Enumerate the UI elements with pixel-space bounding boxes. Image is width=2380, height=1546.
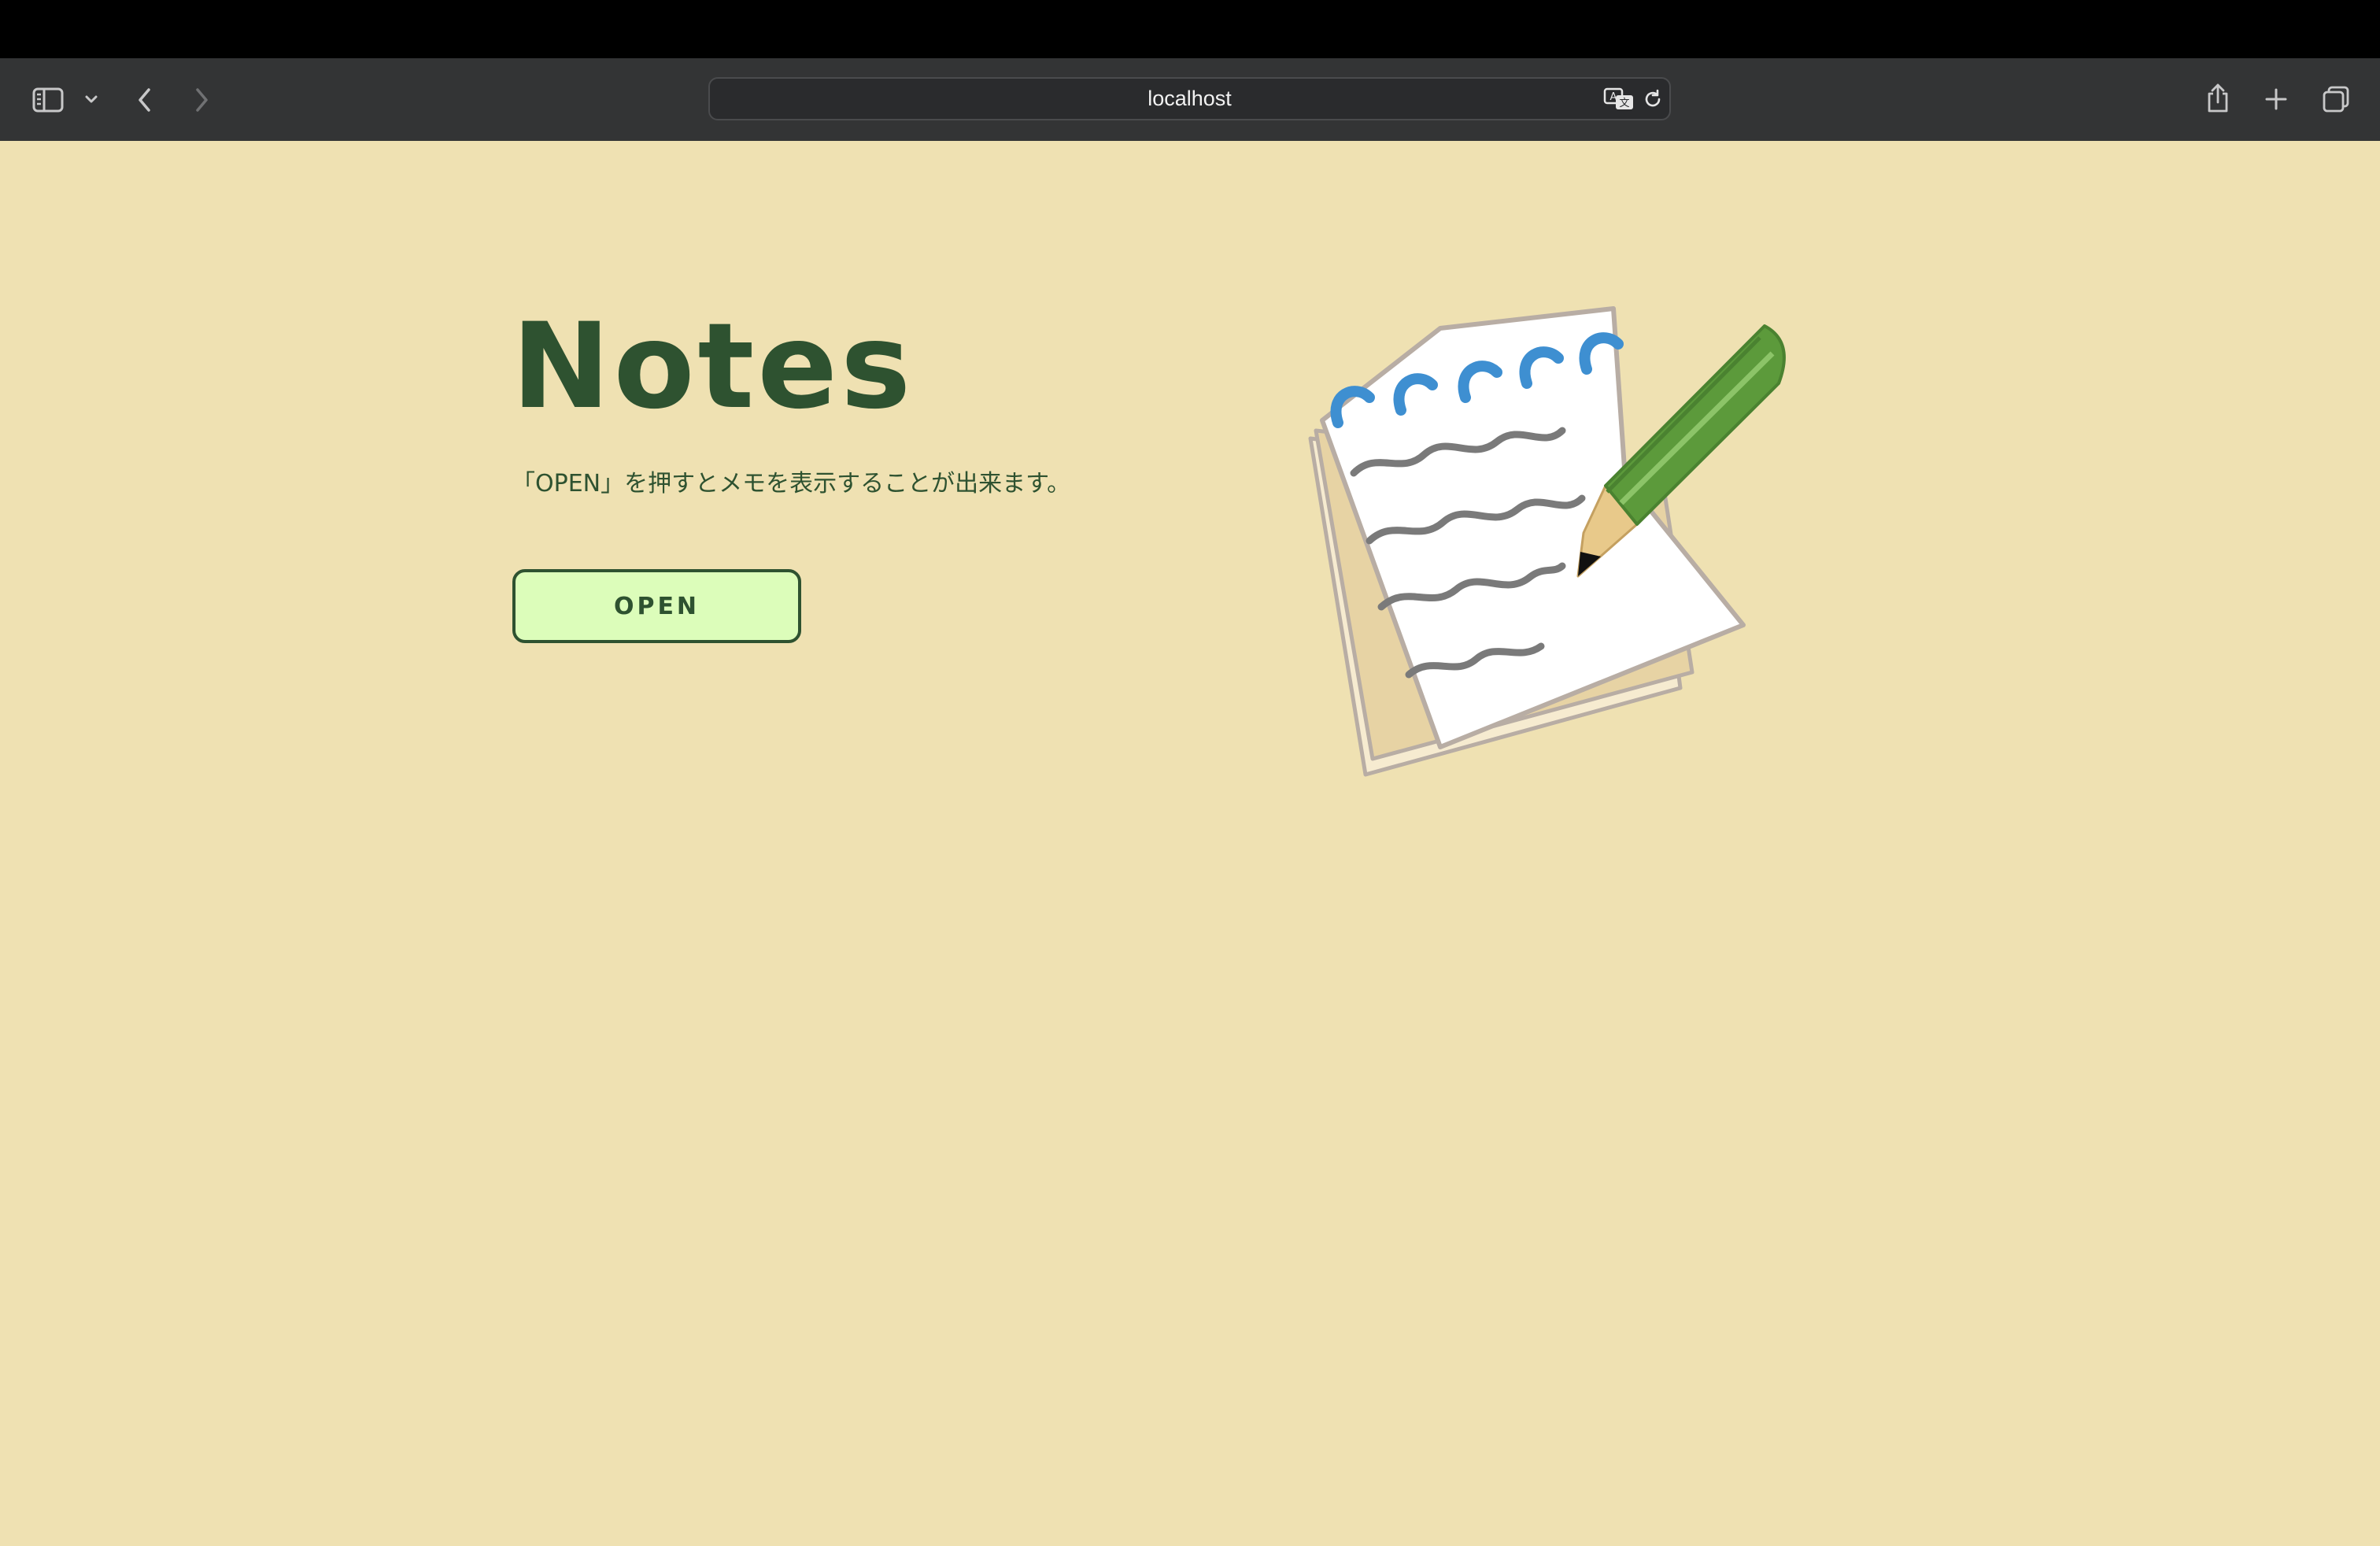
- page-content: Notes 「OPEN」を押すとメモを表示することが出来ます。 OPEN: [0, 141, 2380, 1546]
- tab-overview-button[interactable]: [2317, 80, 2355, 118]
- page-description: 「OPEN」を押すとメモを表示することが出来ます。: [512, 470, 1071, 497]
- open-button[interactable]: OPEN: [512, 569, 801, 643]
- address-bar-url: localhost: [1148, 87, 1232, 110]
- chevron-right-icon: [196, 87, 208, 112]
- new-tab-button[interactable]: [2259, 82, 2293, 117]
- svg-text:文: 文: [1619, 98, 1629, 109]
- share-icon: [2208, 83, 2228, 113]
- notepad-pencil-illustration: [1308, 306, 1786, 777]
- back-button[interactable]: [129, 82, 161, 117]
- page-title: Notes: [512, 298, 915, 435]
- tab-overview-icon: [2323, 86, 2349, 113]
- sidebar-toggle-button[interactable]: [28, 82, 68, 117]
- chevron-down-icon: [85, 95, 98, 103]
- sidebar-icon: [32, 87, 64, 112]
- forward-button[interactable]: [186, 82, 217, 117]
- reload-icon: [1645, 89, 1661, 107]
- plus-icon: [2265, 88, 2287, 110]
- browser-toolbar: localhost A 文: [0, 58, 2380, 141]
- share-button[interactable]: [2201, 79, 2235, 118]
- system-menu-bar: [0, 0, 2380, 58]
- reload-button[interactable]: [1639, 85, 1667, 113]
- address-bar[interactable]: localhost A 文: [708, 77, 1671, 120]
- translate-icon: A 文: [1603, 87, 1633, 109]
- sidebar-menu-button[interactable]: [79, 85, 104, 113]
- translate-button[interactable]: A 文: [1602, 85, 1635, 113]
- chevron-left-icon: [139, 87, 150, 112]
